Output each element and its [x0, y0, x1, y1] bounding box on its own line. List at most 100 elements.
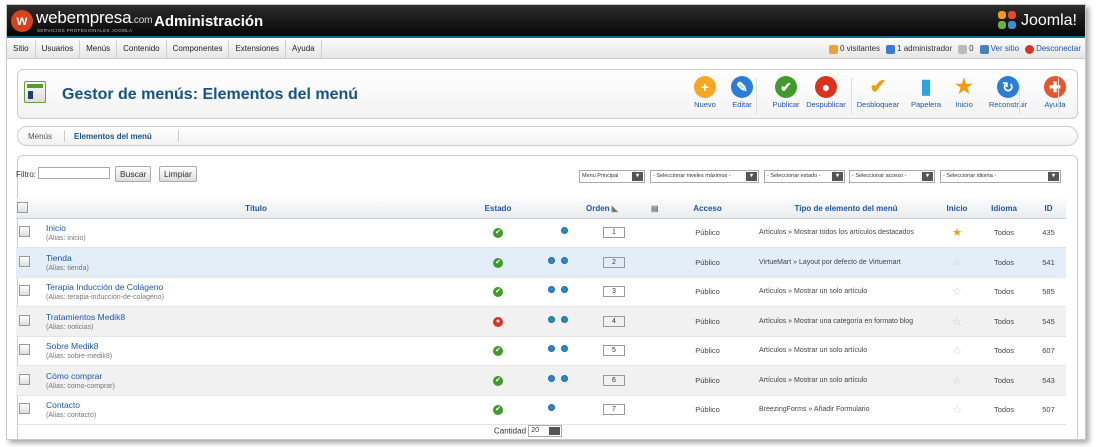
item-alias: (Alias: terapia-induccion-de-colageno)	[46, 294, 164, 302]
row-checkbox[interactable]	[19, 314, 30, 326]
star-outline-icon[interactable]: ☆	[952, 257, 962, 269]
order-header[interactable]: Orden ◣ ▤	[530, 199, 660, 219]
level-select[interactable]: - Seleccionar niveles máximos - ▾	[650, 170, 759, 183]
access-header[interactable]: Acceso	[660, 199, 755, 219]
menu-select[interactable]: Menu Principal ▾	[579, 170, 645, 183]
toolbar-publicar-button[interactable]: ✔ Publicar	[764, 76, 808, 109]
order-input[interactable]: 4	[603, 315, 625, 327]
state-header[interactable]: Estado	[466, 199, 530, 219]
order-cell: 2	[530, 247, 660, 278]
published-icon[interactable]: ✔	[493, 257, 503, 268]
row-checkbox[interactable]	[19, 373, 30, 385]
save-order-icon[interactable]: ▤	[651, 204, 659, 213]
title-cell: Cómo comprar (Alias: como-comprar)	[46, 365, 466, 396]
toolbar-inicio-button[interactable]: ★ Inicio	[942, 76, 986, 109]
move-down-icon[interactable]	[561, 345, 568, 353]
clear-button[interactable]: Limpiar	[159, 166, 197, 182]
item-title-link[interactable]: Sobre Medik8	[46, 341, 466, 351]
admins-status: 1 administrador	[886, 40, 952, 58]
row-checkbox[interactable]	[19, 344, 30, 356]
order-input[interactable]: 2	[603, 256, 625, 268]
menu-item-extensiones[interactable]: Extensiones	[229, 40, 287, 59]
row-checkbox[interactable]	[19, 255, 30, 267]
published-icon[interactable]: ✔	[493, 346, 503, 357]
limit-select[interactable]: 20	[528, 425, 563, 437]
menu-item-menús[interactable]: Menús	[80, 40, 118, 59]
search-button[interactable]: Buscar	[115, 166, 152, 182]
star-outline-icon[interactable]: ☆	[952, 316, 962, 328]
access-cell: Público	[660, 365, 755, 396]
order-input[interactable]: 6	[603, 374, 625, 386]
state-select[interactable]: - Seleccionar estado - ▾	[764, 170, 845, 183]
select-all-checkbox[interactable]	[17, 201, 28, 213]
menu-item-contenido[interactable]: Contenido	[117, 40, 167, 59]
toolbar-despublicar-button[interactable]: ● Despublicar	[804, 76, 848, 109]
order-input[interactable]: 5	[603, 345, 625, 357]
toolbar-reconstruir-button[interactable]: ↻ Reconstruir	[986, 76, 1030, 109]
language-cell: Todos	[977, 336, 1031, 366]
toolbar-button-label: Publicar	[772, 100, 800, 109]
published-icon[interactable]: ✔	[493, 375, 503, 386]
title-header[interactable]: Título	[46, 199, 466, 219]
default-star-icon[interactable]: ★	[952, 227, 962, 239]
messages-status[interactable]: 0	[958, 40, 974, 58]
type-header[interactable]: Tipo de elemento del menú	[755, 199, 937, 219]
move-up-icon[interactable]	[548, 404, 555, 412]
star-outline-icon[interactable]: ☆	[952, 286, 962, 298]
menu-item-sitio[interactable]: Sitio	[7, 40, 36, 59]
item-title-link[interactable]: Contacto	[46, 400, 466, 410]
star-outline-icon[interactable]: ☆	[952, 404, 962, 416]
language-header[interactable]: Idioma	[977, 199, 1031, 219]
menu-item-ayuda[interactable]: Ayuda	[286, 40, 322, 59]
move-down-icon[interactable]	[561, 227, 568, 235]
move-up-icon[interactable]	[548, 256, 555, 264]
toolbar-ayuda-button[interactable]: ✚ Ayuda	[1033, 76, 1077, 109]
logout-label: Desconectar	[1036, 44, 1081, 53]
menu-item-usuarios[interactable]: Usuarios	[36, 40, 81, 59]
move-down-icon[interactable]	[561, 315, 568, 323]
chevron-down-icon: ▾	[832, 172, 843, 181]
table-header-row: Título Estado Orden ◣ ▤ Acceso Tipo de el…	[16, 199, 1066, 219]
published-icon[interactable]: ✔	[493, 228, 503, 239]
submenu-menus[interactable]: Menús	[28, 132, 52, 141]
type-cell: Artículos » Mostrar un solo artículo	[755, 336, 937, 366]
move-down-icon[interactable]	[561, 374, 568, 382]
move-down-icon[interactable]	[561, 286, 568, 294]
item-title-link[interactable]: Tratamientos Medik8	[46, 312, 466, 322]
toolbar-desbloquear-button[interactable]: ✔ Desbloquear	[856, 76, 900, 109]
submenu-items[interactable]: Elementos del menú	[74, 132, 152, 141]
item-title-link[interactable]: Terapia Inducción de Colágeno	[46, 282, 466, 292]
toolbar-button-label: Reconstruir	[988, 100, 1028, 109]
toolbar-button-label: Editar	[732, 100, 752, 109]
home-header[interactable]: Inicio	[937, 199, 977, 219]
move-up-icon[interactable]	[548, 286, 555, 294]
item-title-link[interactable]: Tienda	[46, 253, 466, 263]
row-checkbox[interactable]	[19, 226, 30, 238]
row-checkbox[interactable]	[19, 285, 30, 297]
language-select[interactable]: - Seleccionar idioma - ▾	[940, 170, 1061, 183]
chevron-down-icon: ▾	[632, 172, 643, 181]
order-input[interactable]: 1	[603, 227, 625, 239]
id-header[interactable]: ID	[1031, 199, 1066, 219]
row-checkbox[interactable]	[19, 403, 30, 415]
star-outline-icon[interactable]: ☆	[952, 375, 962, 387]
unpublished-icon[interactable]: ●	[493, 316, 503, 327]
published-icon[interactable]: ✔	[493, 287, 503, 298]
move-up-icon[interactable]	[548, 374, 555, 382]
move-up-icon[interactable]	[548, 315, 555, 323]
logout-link[interactable]: Desconectar	[1025, 40, 1081, 58]
item-title-link[interactable]: Inicio	[46, 223, 466, 233]
view-site-link[interactable]: Ver sitio	[979, 40, 1019, 58]
published-icon[interactable]: ✔	[493, 405, 503, 416]
item-title-link[interactable]: Cómo comprar	[46, 371, 466, 381]
type-cell: Artículos » Mostrar todos los artículos …	[755, 218, 937, 248]
star-outline-icon[interactable]: ☆	[952, 345, 962, 357]
access-select[interactable]: - Seleccionar acceso - ▾	[849, 170, 935, 183]
order-input[interactable]: 3	[603, 286, 625, 298]
filter-input[interactable]	[38, 167, 110, 179]
menu-item-componentes[interactable]: Componentes	[167, 40, 230, 59]
move-down-icon[interactable]	[561, 256, 568, 264]
order-input[interactable]: 7	[603, 404, 625, 416]
move-up-icon[interactable]	[548, 345, 555, 353]
toolbar-editar-button[interactable]: ✎ Editar	[720, 76, 764, 109]
